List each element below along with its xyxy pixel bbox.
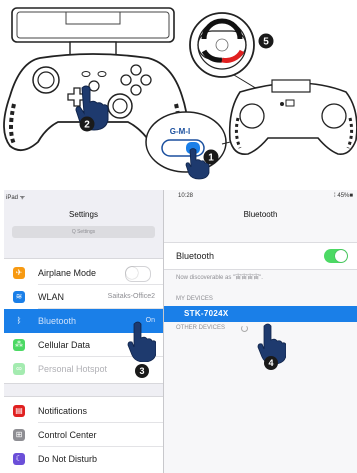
control-center-label: Control Center xyxy=(38,430,97,440)
bluetooth-toggle-row: Bluetooth xyxy=(164,242,357,270)
cellular-icon: ⁂ xyxy=(13,339,25,351)
settings-row-airplane-mode[interactable]: ✈ Airplane Mode xyxy=(4,261,163,285)
airplane-mode-toggle[interactable] xyxy=(125,266,151,282)
bluetooth-title: Bluetooth xyxy=(243,210,278,219)
controller-back xyxy=(228,79,357,156)
searching-spinner-icon xyxy=(241,325,248,332)
settings-row-do-not-disturb[interactable]: ☾ Do Not Disturb xyxy=(4,447,163,471)
other-devices-header: OTHER DEVICES xyxy=(176,325,226,331)
bluetooth-detail-pane: Bluetooth Bluetooth Now discoverable as … xyxy=(164,190,357,473)
wlan-label: WLAN xyxy=(38,292,65,302)
hotspot-icon: ∞ xyxy=(13,363,25,375)
settings-group-system: ▤ Notifications ⊞ Control Center ☾ Do No… xyxy=(4,396,163,473)
phone-clip xyxy=(11,7,175,59)
settings-sidebar: Settings Q Settings ✈ Airplane Mode ≋ WL… xyxy=(4,190,164,473)
bluetooth-toggle[interactable] xyxy=(324,249,348,263)
step-5-label: 5 xyxy=(263,37,269,48)
step-4-badge: 4 xyxy=(264,356,278,370)
step-1-label: 1 xyxy=(208,153,214,164)
do-not-disturb-label: Do Not Disturb xyxy=(38,454,98,464)
controller-illustration: 2 5 G-M-I 1 xyxy=(3,7,357,180)
settings-row-wlan[interactable]: ≋ WLAN Saitaks-Office2 xyxy=(4,285,163,309)
personal-hotspot-label: Personal Hotspot xyxy=(38,364,108,374)
search-placeholder: Q Settings xyxy=(71,229,96,235)
step-3-badge: 3 xyxy=(135,364,149,378)
led-indicator-zoom xyxy=(189,12,255,78)
bluetooth-label: Bluetooth xyxy=(38,316,77,326)
hand-tap-bluetooth-icon xyxy=(127,321,156,362)
settings-search-input[interactable]: Q Settings xyxy=(12,226,155,238)
switch-label: G-M-I xyxy=(170,127,190,136)
control-center-icon: ⊞ xyxy=(13,429,25,441)
wlan-value: Saitaks-Office2 xyxy=(107,293,155,300)
airplane-icon: ✈ xyxy=(13,267,25,279)
step-2-label: 2 xyxy=(84,120,90,131)
status-time: 10:28 xyxy=(178,193,194,199)
discoverable-text: Now discoverable as "宙宙宙宙". xyxy=(176,275,263,281)
airplane-mode-label: Airplane Mode xyxy=(38,268,97,278)
settings-row-control-center[interactable]: ⊞ Control Center xyxy=(4,423,163,447)
cellular-data-label: Cellular Data xyxy=(38,340,91,350)
my-devices-header: MY DEVICES xyxy=(176,296,213,302)
ipad-settings-screenshot: Settings Q Settings ✈ Airplane Mode ≋ WL… xyxy=(4,190,357,473)
wifi-icon: ≋ xyxy=(13,291,25,303)
status-battery: ⁞ 45%■ xyxy=(334,193,353,199)
status-device: iPad ᯤ xyxy=(6,195,26,201)
bluetooth-icon: ᛒ xyxy=(13,315,25,327)
notifications-icon: ▤ xyxy=(13,405,25,417)
bluetooth-toggle-label: Bluetooth xyxy=(176,251,215,261)
settings-row-notifications[interactable]: ▤ Notifications xyxy=(4,399,163,423)
status-bar: iPad ᯤ 10:28 ⁞ 45%■ xyxy=(4,190,357,202)
device-name: STK-7024X xyxy=(184,309,229,318)
settings-title: Settings xyxy=(69,210,98,219)
device-row-stk-7024x[interactable]: STK-7024X xyxy=(164,306,357,322)
moon-icon: ☾ xyxy=(13,453,25,465)
notifications-label: Notifications xyxy=(38,406,88,416)
